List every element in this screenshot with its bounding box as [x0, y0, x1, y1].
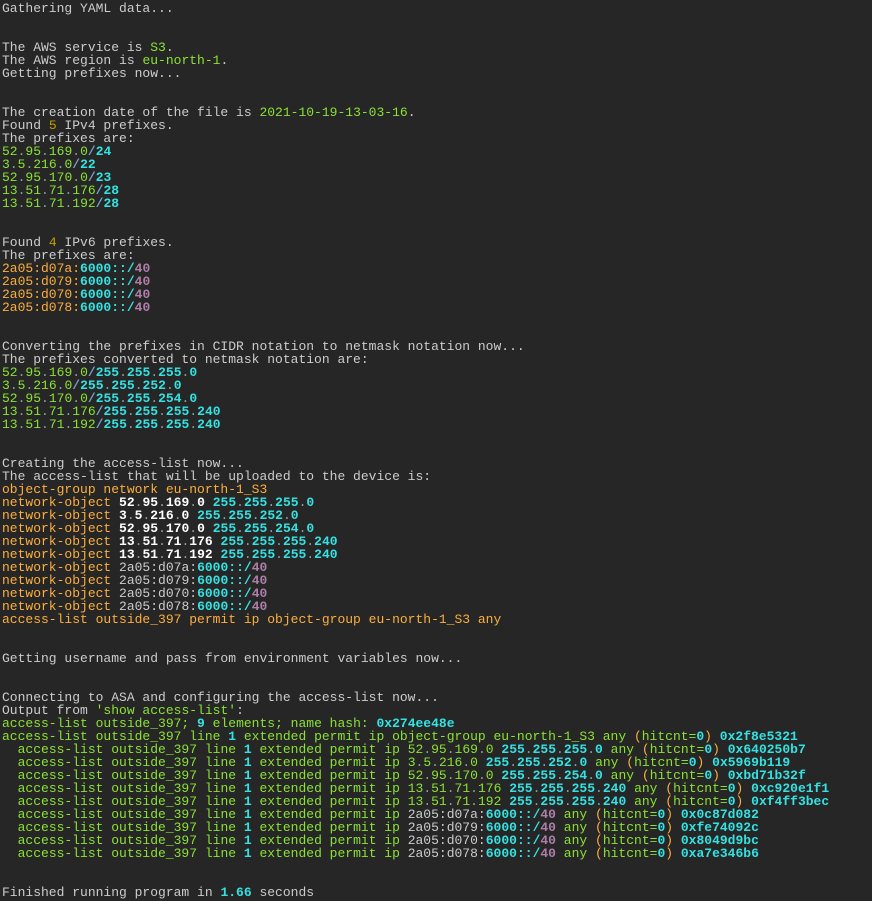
- terminal-output: Gathering YAML data... The AWS service i…: [0, 0, 872, 901]
